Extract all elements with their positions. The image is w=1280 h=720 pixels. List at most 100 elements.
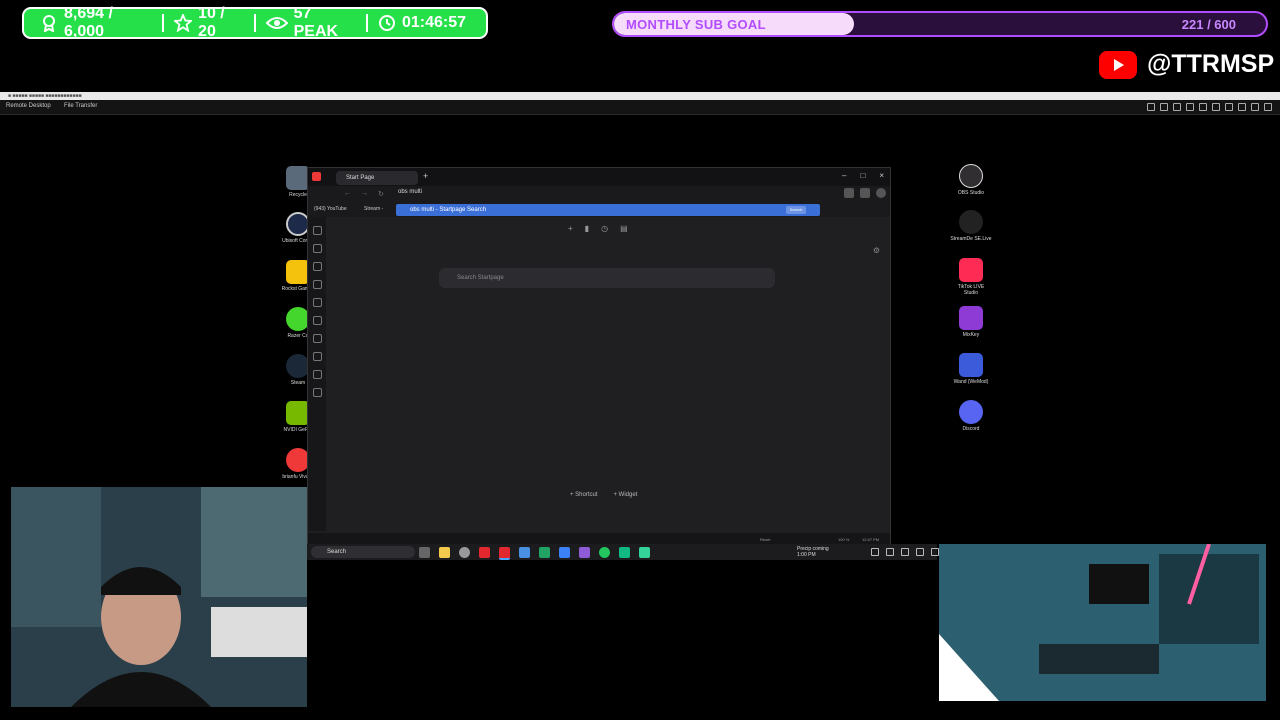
settings-icon[interactable] (1147, 103, 1155, 111)
goal-count: 10 / 20 (198, 5, 225, 40)
gear-icon[interactable]: ⚙ (873, 246, 880, 255)
volume-icon[interactable] (931, 548, 939, 556)
tiktok-icon (959, 258, 983, 282)
followers-count: 8,694 / 6,000 (64, 5, 113, 40)
extension-icon[interactable] (860, 188, 870, 198)
chat-icon[interactable] (1173, 103, 1181, 111)
profile-avatar[interactable] (876, 188, 886, 198)
peak-stat: 57 PEAK (256, 5, 366, 41)
downloads-icon[interactable] (312, 244, 322, 253)
fullscreen-icon[interactable] (1225, 103, 1233, 111)
sub-goal-label: MONTHLY SUB GOAL (626, 17, 766, 32)
desktop-icon-discord[interactable]: Discord (950, 400, 992, 432)
mixkey-icon (959, 306, 983, 330)
taskbar-apps (419, 547, 650, 560)
app-icon[interactable] (559, 547, 570, 558)
bookmark-stream[interactable]: Stream - (364, 206, 383, 212)
app-icon[interactable] (579, 547, 590, 558)
streamdeck-icon (959, 210, 983, 234)
face-webcam (11, 487, 307, 707)
peak-viewers: 57 PEAK (293, 5, 339, 40)
vivaldi-icon[interactable] (479, 547, 490, 558)
add-shortcut-button[interactable]: + Shortcut (570, 492, 598, 498)
file-explorer-icon[interactable] (439, 547, 450, 558)
timer-stat: 01:46:57 (368, 14, 476, 32)
add-icon[interactable]: + (568, 224, 573, 233)
minimize-icon[interactable]: – (842, 171, 846, 180)
eye-icon (265, 15, 288, 31)
list-icon[interactable]: ▤ (620, 224, 628, 233)
reload-icon[interactable]: ↻ (378, 190, 384, 198)
extension-icon[interactable] (844, 188, 854, 198)
zoom-level: 100 % (838, 537, 850, 542)
window-panel-icon[interactable] (312, 334, 322, 343)
reading-list-icon[interactable] (312, 316, 322, 325)
history-icon[interactable] (312, 262, 322, 271)
mastodon-icon[interactable] (312, 352, 322, 361)
taskbar-search[interactable]: Search (311, 546, 415, 558)
forward-icon[interactable]: → (361, 190, 368, 198)
goal-stat: 10 / 20 (164, 5, 254, 41)
cloud-icon[interactable] (886, 548, 894, 556)
add-widget-button[interactable]: + Widget (614, 492, 638, 498)
room-webcam (939, 544, 1266, 701)
close-icon[interactable] (1264, 103, 1272, 111)
tools-icon[interactable] (1238, 103, 1246, 111)
youtube-handle: @TTRMSP (1147, 50, 1275, 78)
history-icon[interactable]: ◷ (601, 224, 608, 233)
display-icon[interactable] (1160, 103, 1168, 111)
maximize-icon[interactable]: □ (860, 171, 865, 180)
tab-file-transfer[interactable]: File Transfer (64, 103, 97, 109)
vivaldi-active-icon[interactable] (499, 547, 510, 560)
close-icon[interactable]: × (879, 171, 884, 180)
add-panel-icon[interactable] (312, 388, 322, 397)
desktop-icon-wand[interactable]: Wand (WeMod) (950, 353, 992, 385)
settings-icon[interactable] (459, 547, 470, 558)
address-suggestion[interactable]: obs multi - Startpage Search Search (396, 204, 820, 216)
app-icon[interactable] (619, 547, 630, 558)
desktop-icon-obs[interactable]: OBS Studio (950, 164, 992, 196)
scale-icon[interactable] (1251, 103, 1259, 111)
steam-icon[interactable] (519, 547, 530, 558)
zoom-reset[interactable]: Reset (760, 537, 770, 542)
bookmarks-panel-icon[interactable] (312, 226, 322, 235)
vivaldi-panel-icon[interactable] (312, 370, 322, 379)
desktop-icon-streamdeck[interactable]: StreamDe SE.Live (950, 210, 992, 242)
obs-icon (959, 164, 983, 188)
discord-icon (959, 400, 983, 424)
excel-icon[interactable] (539, 547, 550, 558)
window-controls: – □ × (842, 171, 884, 180)
desktop-icon-mixkey[interactable]: MixKey (950, 306, 992, 338)
youtube-logo-icon (1099, 50, 1137, 79)
bookmark-icon[interactable]: ▮ (585, 224, 589, 233)
youtube-channel: @TTRMSP (1099, 50, 1274, 79)
microphone-icon[interactable] (916, 548, 924, 556)
chevron-up-icon[interactable] (871, 548, 879, 556)
clipboard-icon[interactable] (1199, 103, 1207, 111)
taskbar: Search Precip coming 1:00 PM (307, 544, 939, 560)
keyboard-icon[interactable] (1186, 103, 1194, 111)
app-icon[interactable] (599, 547, 610, 558)
weather-widget[interactable]: Precip coming 1:00 PM (797, 546, 829, 558)
extension-icons (844, 188, 886, 198)
address-input[interactable]: obs multi (398, 189, 422, 195)
back-icon[interactable]: ← (344, 190, 351, 198)
followers-stat: 8,694 / 6,000 (34, 5, 162, 41)
vivaldi-menu-icon[interactable] (312, 172, 321, 181)
tab-start-page[interactable]: Start Page (336, 171, 418, 185)
new-tab-button[interactable]: + (423, 171, 428, 181)
remote-toolbar-icons (1147, 103, 1272, 111)
status-clock: 12:47 PM (862, 537, 880, 542)
tab-remote-desktop[interactable]: Remote Desktop (6, 103, 51, 109)
startpage-search-input[interactable]: Search Startpage (439, 268, 775, 288)
app-icon[interactable] (639, 547, 650, 558)
network-icon[interactable] (901, 548, 909, 556)
notes-icon[interactable] (312, 280, 322, 289)
translate-icon[interactable] (312, 298, 322, 307)
bookmark-youtube[interactable]: (943) YouTube (314, 206, 347, 212)
record-icon[interactable] (1212, 103, 1220, 111)
start-page-toolbar: + ▮ ◷ ▤ (568, 224, 628, 233)
stream-stats-bar: 8,694 / 6,000 10 / 20 57 PEAK 01:46:57 (22, 5, 488, 41)
desktop-icon-tiktok-live[interactable]: TikTok LIVE Studio (950, 258, 992, 296)
task-view-icon[interactable] (419, 547, 430, 558)
